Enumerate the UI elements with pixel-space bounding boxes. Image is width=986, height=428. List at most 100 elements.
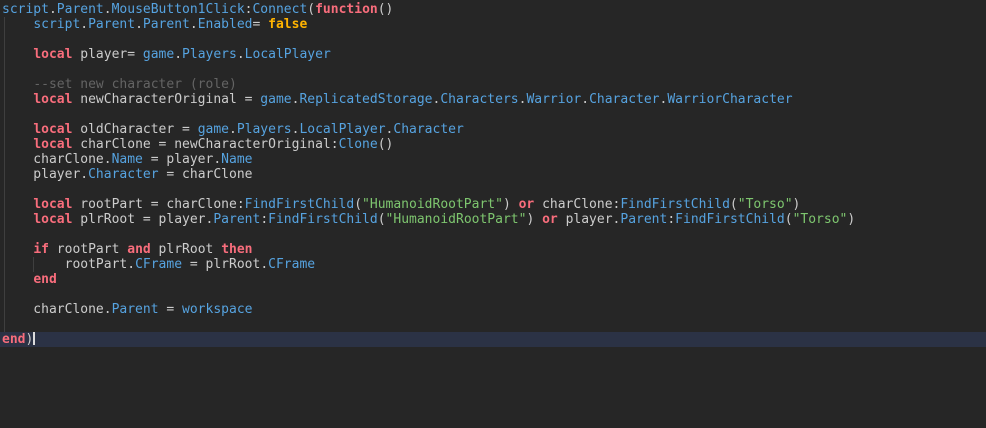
code-token: rootPart = charClone: (72, 197, 245, 212)
code-token: Parent (88, 17, 136, 32)
code-token: = plrRoot (182, 257, 261, 272)
code-token: local (33, 92, 73, 107)
code-token: ( (307, 2, 316, 17)
code-token: . (127, 257, 136, 272)
code-token: false (268, 17, 308, 32)
code-line[interactable]: player.Character = charClone (0, 167, 986, 182)
code-token: . (103, 302, 112, 317)
script-editor[interactable]: script.Parent.MouseButton1Click:Connect(… (0, 0, 986, 428)
code-token: ) (792, 197, 801, 212)
code-token: or (518, 197, 535, 212)
code-token: . (236, 47, 245, 62)
code-token: . (80, 17, 89, 32)
code-token: Character (589, 92, 660, 107)
code-token: . (260, 257, 269, 272)
code-line[interactable]: script.Parent.MouseButton1Click:Connect(… (0, 2, 986, 17)
code-line[interactable]: --set new character (role) (0, 77, 986, 92)
code-line[interactable] (0, 32, 986, 47)
code-token: () (377, 2, 394, 17)
code-token: local (33, 212, 73, 227)
code-token: ( (729, 197, 738, 212)
code-line[interactable]: local player= game.Players.LocalPlayer (0, 47, 986, 62)
code-token: : (667, 212, 676, 227)
code-token: oldCharacter = (72, 122, 198, 137)
code-line[interactable]: local plrRoot = player.Parent:FindFirstC… (0, 212, 986, 227)
code-token: "HumanoidRootPart" (385, 212, 527, 227)
code-token: "Torso" (792, 212, 848, 227)
code-token: function (315, 2, 378, 17)
code-token: end (2, 332, 26, 347)
code-token: player= (72, 47, 143, 62)
code-line[interactable]: script.Parent.Parent.Enabled= false (0, 17, 986, 32)
code-line[interactable] (0, 182, 986, 197)
code-token: charClone: (534, 197, 621, 212)
code-line[interactable]: charClone.Parent = workspace (0, 302, 986, 317)
code-token: Character (88, 167, 159, 182)
code-token: "Torso" (737, 197, 793, 212)
code-line[interactable]: end (0, 272, 986, 287)
code-token: FindFirstChild (268, 212, 378, 227)
code-token: . (135, 17, 143, 32)
code-token: workspace (182, 302, 253, 317)
code-token: Name (111, 152, 143, 167)
code-token: . (48, 2, 57, 17)
code-line[interactable] (0, 227, 986, 242)
code-token: = (158, 302, 183, 317)
code-token: . (213, 152, 222, 167)
code-token: if (33, 242, 49, 257)
code-token: Enabled (197, 17, 253, 32)
code-line[interactable]: charClone.Name = player.Name (0, 152, 986, 167)
code-line[interactable] (0, 62, 986, 77)
code-token: () (377, 137, 394, 152)
code-line[interactable]: local charClone = newCharacterOriginal:C… (0, 137, 986, 152)
code-token: . (80, 167, 89, 182)
code-token: LocalPlayer (299, 122, 386, 137)
code-line[interactable]: if rootPart and plrRoot then (0, 242, 986, 257)
code-area[interactable]: script.Parent.MouseButton1Click:Connect(… (0, 0, 986, 347)
code-line[interactable] (0, 287, 986, 302)
code-token: CFrame (135, 257, 183, 272)
code-token: Characters (440, 92, 519, 107)
code-token: game (260, 92, 292, 107)
code-token: local (33, 47, 73, 62)
code-token: . (189, 17, 198, 32)
code-line[interactable] (0, 107, 986, 122)
code-line[interactable]: local oldCharacter = game.Players.LocalP… (0, 122, 986, 137)
code-line[interactable]: end) (0, 332, 986, 347)
code-token: Parent (142, 17, 190, 32)
code-line[interactable]: rootPart.CFrame = plrRoot.CFrame (0, 257, 986, 272)
code-token: . (229, 122, 237, 137)
code-token: "HumanoidRootPart" (362, 197, 503, 212)
code-token: . (174, 47, 183, 62)
code-token: Connect (252, 2, 308, 17)
code-token: Players (182, 47, 237, 62)
code-token: = charClone (158, 167, 253, 182)
code-line[interactable]: local rootPart = charClone:FindFirstChil… (0, 197, 986, 212)
code-token: plrRoot (150, 242, 222, 257)
code-token: or (542, 212, 558, 227)
code-token: Character (393, 122, 464, 137)
code-token: LocalPlayer (244, 47, 331, 62)
code-token: Parent (620, 212, 668, 227)
code-token: then (221, 242, 253, 257)
code-token: rootPart (2, 257, 128, 272)
code-token: Parent (111, 302, 159, 317)
code-token: local (33, 197, 73, 212)
code-token: end (33, 272, 57, 287)
code-token: FindFirstChild (675, 212, 785, 227)
code-token: plrRoot = player (72, 212, 206, 227)
code-token: ) (526, 212, 543, 227)
code-token: Name (221, 152, 253, 167)
code-line[interactable] (0, 317, 986, 332)
code-token: ReplicatedStorage (299, 92, 433, 107)
code-line[interactable]: local newCharacterOriginal = game. Replic… (0, 92, 986, 107)
code-token: Parent (213, 212, 261, 227)
code-token: . (103, 2, 112, 17)
